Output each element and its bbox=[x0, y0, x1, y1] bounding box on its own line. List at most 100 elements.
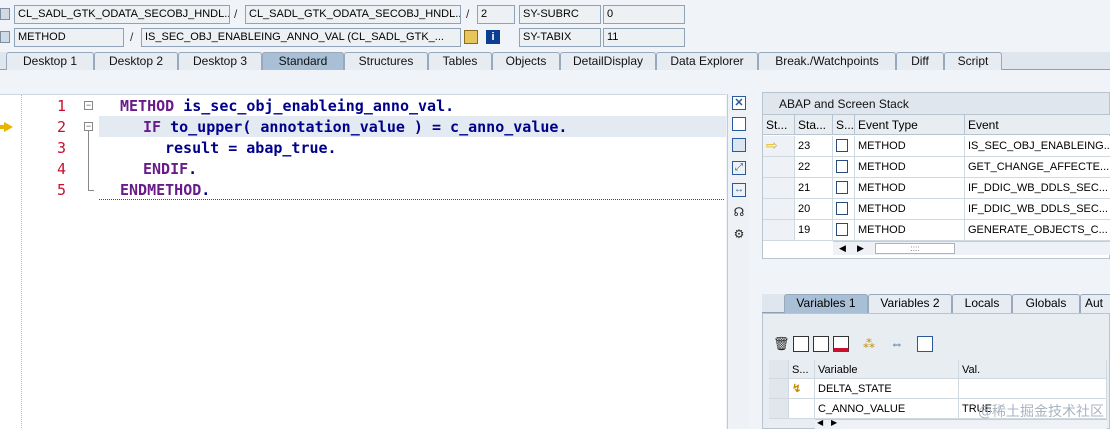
stack-row-marker[interactable] bbox=[763, 157, 795, 178]
tab-script[interactable]: Script bbox=[944, 52, 1002, 70]
tab-standard[interactable]: Standard bbox=[262, 52, 344, 70]
info-icon[interactable]: i bbox=[486, 30, 500, 44]
code-line-3: result = abap_true. bbox=[165, 139, 337, 157]
scroll-thumb[interactable]: :::: bbox=[875, 243, 955, 254]
column-header[interactable]: Event bbox=[965, 115, 1110, 135]
new-window-icon[interactable] bbox=[732, 117, 746, 131]
stack-event[interactable]: GENERATE_OBJECTS_C... bbox=[965, 220, 1110, 241]
stack-level[interactable]: 19 bbox=[795, 220, 833, 241]
delete-icon[interactable]: 🗑 bbox=[773, 336, 790, 352]
resize-horizontal-icon[interactable]: ↔ bbox=[732, 183, 746, 197]
scroll-right-icon[interactable]: ▶ bbox=[857, 242, 864, 255]
tab-globals[interactable]: Globals bbox=[1012, 294, 1080, 313]
event-field[interactable]: IS_SEC_OBJ_ENABLEING_ANNO_VAL (CL_SADL_G… bbox=[141, 28, 461, 47]
tools-icon[interactable]: ⚙ bbox=[732, 227, 746, 241]
swap-panels-icon[interactable] bbox=[732, 138, 746, 152]
editor-toolbar: ✕ ⤢ ↔ ☊ ⚙ bbox=[727, 94, 749, 429]
tab-variables-1[interactable]: Variables 1 bbox=[784, 294, 868, 313]
column-header[interactable]: Variable bbox=[815, 360, 959, 379]
keyword: IF bbox=[143, 118, 162, 136]
sy-subrc-value[interactable]: 0 bbox=[603, 5, 685, 24]
source-icon-cell[interactable] bbox=[833, 136, 855, 157]
breakpoint-gutter[interactable] bbox=[0, 95, 22, 429]
stack-row-marker[interactable]: ⇨ bbox=[763, 136, 795, 157]
stack-event[interactable]: GET_CHANGE_AFFECTE... bbox=[965, 157, 1110, 178]
source-code-icon bbox=[836, 202, 848, 215]
row-selector[interactable] bbox=[769, 379, 789, 399]
stack-event[interactable]: IF_DDIC_WB_DDLS_SEC... bbox=[965, 199, 1110, 220]
append-icon[interactable] bbox=[793, 336, 809, 352]
source-code-icon bbox=[836, 139, 848, 152]
stack-level[interactable]: 22 bbox=[795, 157, 833, 178]
tab-structures[interactable]: Structures bbox=[344, 52, 428, 70]
fold-toggle-icon[interactable]: − bbox=[84, 122, 93, 131]
tab-desktop-1[interactable]: Desktop 1 bbox=[6, 52, 94, 70]
headset-icon[interactable]: ☊ bbox=[732, 205, 746, 219]
tab-auto[interactable]: Aut bbox=[1080, 294, 1110, 313]
fold-toggle-icon[interactable]: − bbox=[84, 101, 93, 110]
event-type-field[interactable]: METHOD bbox=[14, 28, 124, 47]
navigate-icon[interactable]: ⇔ bbox=[889, 336, 905, 352]
tab-variables-2[interactable]: Variables 2 bbox=[868, 294, 952, 313]
line-field[interactable]: 2 bbox=[477, 5, 515, 24]
stack-event-type[interactable]: METHOD bbox=[855, 136, 965, 157]
code-text: is_sec_obj_enableing_anno_val. bbox=[174, 97, 455, 115]
stack-level[interactable]: 21 bbox=[795, 178, 833, 199]
tab-locals[interactable]: Locals bbox=[952, 294, 1012, 313]
stack-level[interactable]: 23 bbox=[795, 136, 833, 157]
include-field[interactable]: CL_SADL_GTK_ODATA_SECOBJ_HNDL... bbox=[245, 5, 461, 24]
stack-event[interactable]: IS_SEC_OBJ_ENABLEING... bbox=[965, 136, 1110, 157]
variable-name[interactable]: C_ANNO_VALUE bbox=[815, 399, 959, 419]
tab-data-explorer[interactable]: Data Explorer bbox=[656, 52, 758, 70]
group-icon[interactable]: ⁂ bbox=[861, 336, 877, 352]
sy-tabix-value[interactable]: 11 bbox=[603, 28, 685, 47]
maximize-icon[interactable]: ⤢ bbox=[732, 161, 746, 175]
column-header[interactable]: S... bbox=[789, 360, 815, 379]
stack-event-type[interactable]: METHOD bbox=[855, 199, 965, 220]
tab-diff[interactable]: Diff bbox=[896, 52, 944, 70]
source-icon-cell[interactable] bbox=[833, 178, 855, 199]
tab-tables[interactable]: Tables bbox=[428, 52, 492, 70]
stack-event-type[interactable]: METHOD bbox=[855, 157, 965, 178]
column-header[interactable]: Event Type bbox=[855, 115, 965, 135]
remove-row-icon[interactable] bbox=[833, 336, 849, 352]
close-icon[interactable]: ✕ bbox=[732, 96, 746, 110]
display-icon[interactable] bbox=[464, 30, 478, 44]
tab-detaildisplay[interactable]: DetailDisplay bbox=[560, 52, 656, 70]
var-type-cell[interactable]: ↯ bbox=[789, 379, 815, 399]
stack-row-marker[interactable] bbox=[763, 220, 795, 241]
copy-icon[interactable] bbox=[917, 336, 933, 352]
stack-event-type[interactable]: METHOD bbox=[855, 220, 965, 241]
tab-desktop-2[interactable]: Desktop 2 bbox=[94, 52, 178, 70]
column-header[interactable]: Sta... bbox=[795, 115, 833, 135]
stack-event[interactable]: IF_DDIC_WB_DDLS_SEC... bbox=[965, 178, 1110, 199]
variable-value[interactable] bbox=[959, 379, 1107, 399]
source-icon-cell[interactable] bbox=[833, 220, 855, 241]
column-header[interactable]: St... bbox=[763, 115, 795, 135]
row-selector[interactable] bbox=[769, 399, 789, 419]
tab-desktop-3[interactable]: Desktop 3 bbox=[178, 52, 262, 70]
scroll-left-icon[interactable]: ◀ bbox=[839, 242, 846, 255]
source-icon-cell[interactable] bbox=[833, 199, 855, 220]
variable-name[interactable]: DELTA_STATE bbox=[815, 379, 959, 399]
end-of-source-marker bbox=[99, 199, 724, 200]
source-icon-cell[interactable] bbox=[833, 157, 855, 178]
stack-event-type[interactable]: METHOD bbox=[855, 178, 965, 199]
stack-level[interactable]: 20 bbox=[795, 199, 833, 220]
tab-objects[interactable]: Objects bbox=[492, 52, 560, 70]
source-code-icon bbox=[836, 181, 848, 194]
column-header[interactable]: S... bbox=[833, 115, 855, 135]
stack-horizontal-scrollbar[interactable]: ◀ ▶ :::: bbox=[833, 241, 1110, 255]
var-type-cell[interactable] bbox=[789, 399, 815, 419]
stack-row-marker[interactable] bbox=[763, 199, 795, 220]
watermark: @稀土掘金技术社区 bbox=[978, 404, 1104, 420]
scroll-left-icon[interactable]: ◀ bbox=[817, 418, 823, 427]
source-editor[interactable]: 1 2 3 4 5 − − METHOD is_sec_obj_enablein… bbox=[0, 94, 726, 429]
source-code-icon bbox=[836, 160, 848, 173]
insert-icon[interactable] bbox=[813, 336, 829, 352]
scroll-right-icon[interactable]: ▶ bbox=[831, 418, 837, 427]
column-header[interactable]: Val. bbox=[959, 360, 1107, 379]
stack-row-marker[interactable] bbox=[763, 178, 795, 199]
tab-breakpoints[interactable]: Break./Watchpoints bbox=[758, 52, 896, 70]
program-field[interactable]: CL_SADL_GTK_ODATA_SECOBJ_HNDL... bbox=[14, 5, 230, 24]
